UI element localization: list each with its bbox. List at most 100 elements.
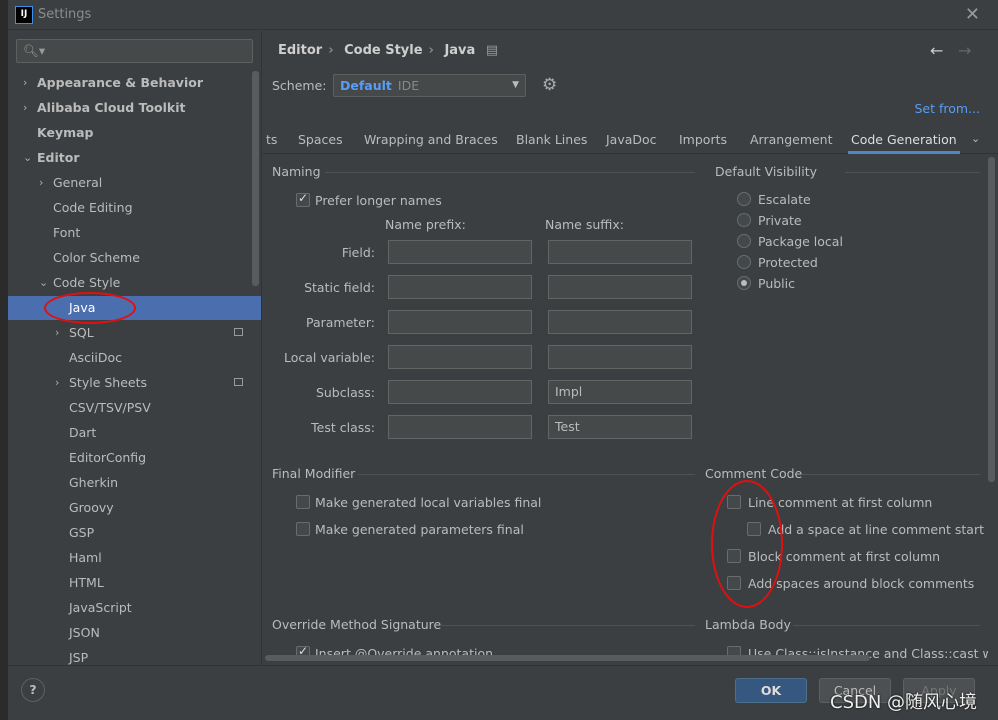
sidebar-item-editor[interactable]: ⌄ Editor	[8, 146, 261, 170]
tab-javadoc[interactable]: JavaDoc	[606, 132, 657, 147]
sidebar-item-csv-tsv-psv[interactable]: CSV/TSV/PSV	[8, 396, 261, 420]
naming-heading: Naming	[272, 164, 321, 179]
chevron-right-icon[interactable]: ›	[23, 96, 27, 120]
search-icon: 🔍︎▾	[23, 43, 46, 58]
naming-row-label: Subclass:	[315, 385, 375, 400]
name-prefix-field[interactable]	[388, 415, 532, 439]
sidebar-item-color-scheme[interactable]: Color Scheme	[8, 246, 261, 270]
visibility-radio-escalate[interactable]	[737, 192, 751, 206]
visibility-radio-package-local[interactable]	[737, 234, 751, 248]
visibility-option-label: Protected	[758, 255, 818, 270]
visibility-radio-protected[interactable]	[737, 255, 751, 269]
name-prefix-field[interactable]	[388, 380, 532, 404]
search-input[interactable]: 🔍︎▾	[16, 39, 253, 63]
sidebar-item-label: Style Sheets	[69, 375, 148, 390]
chevron-down-icon: ▼	[512, 80, 519, 90]
name-suffix-field[interactable]	[548, 310, 692, 334]
name-prefix-field[interactable]	[388, 240, 532, 264]
comment-code-label: Add spaces around block comments	[748, 576, 975, 591]
lambda-heading: Lambda Body	[705, 617, 791, 632]
background-ide-strip	[0, 0, 8, 720]
sidebar-item-appearance-behavior[interactable]: › Appearance & Behavior	[8, 71, 261, 95]
main-panel: Editor › Code Style › Java ▤ ← → Scheme: D…	[263, 31, 998, 665]
set-from-link[interactable]: Set from...	[914, 101, 980, 116]
visibility-option-label: Public	[758, 276, 795, 291]
name-prefix-field[interactable]	[388, 310, 532, 334]
sidebar-item-label: JavaScript	[69, 600, 132, 615]
sidebar-item-haml[interactable]: Haml	[8, 546, 261, 570]
help-button[interactable]: ?	[21, 678, 45, 702]
comment-code-label: Add a space at line comment start	[768, 522, 984, 537]
tab-ts[interactable]: ts	[266, 132, 277, 147]
sidebar-item-keymap[interactable]: Keymap	[8, 121, 261, 145]
sidebar-item-gsp[interactable]: GSP	[8, 521, 261, 545]
settings-sidebar: 🔍︎▾ › Appearance & Behavior › Alibaba Cloud…	[8, 31, 262, 665]
chevron-right-icon[interactable]: ›	[55, 321, 59, 345]
tab-code-generation[interactable]: Code Generation	[851, 132, 957, 147]
sidebar-item-editorconfig[interactable]: EditorConfig	[8, 446, 261, 470]
final-modifier-checkbox[interactable]	[296, 522, 310, 536]
sidebar-item-html[interactable]: HTML	[8, 571, 261, 595]
scheme-name: Default	[340, 78, 392, 93]
sidebar-item-code-editing[interactable]: Code Editing	[8, 196, 261, 220]
name-prefix-field[interactable]	[388, 345, 532, 369]
name-suffix-field[interactable]: Test	[548, 415, 692, 439]
sidebar-item-javascript[interactable]: JavaScript	[8, 596, 261, 620]
prefix-header: Name prefix:	[385, 217, 466, 232]
sidebar-item-font[interactable]: Font	[8, 221, 261, 245]
name-prefix-field[interactable]	[388, 275, 532, 299]
page-icon	[234, 378, 243, 386]
sidebar-item-asciidoc[interactable]: AsciiDoc	[8, 346, 261, 370]
sidebar-item-json[interactable]: JSON	[8, 621, 261, 645]
breadcrumb-item[interactable]: Code Style	[344, 43, 422, 58]
back-arrow-icon[interactable]: ←	[930, 41, 943, 60]
sidebar-item-dart[interactable]: Dart	[8, 421, 261, 445]
ok-button[interactable]: OK	[735, 678, 807, 703]
tab-spaces[interactable]: Spaces	[298, 132, 343, 147]
sidebar-item-label: Alibaba Cloud Toolkit	[37, 100, 186, 115]
chevron-right-icon[interactable]: ›	[55, 371, 59, 395]
chevron-down-icon[interactable]: ⌄	[23, 146, 32, 170]
sidebar-item-label: SQL	[69, 325, 94, 340]
chevron-right-icon[interactable]: ›	[23, 71, 27, 95]
name-suffix-field[interactable]	[548, 275, 692, 299]
tab-arrangement[interactable]: Arrangement	[750, 132, 833, 147]
prefer-longer-checkbox[interactable]	[296, 191, 310, 207]
sidebar-item-sql[interactable]: › SQL	[8, 321, 261, 345]
sidebar-item-general[interactable]: › General	[8, 171, 261, 195]
sidebar-item-groovy[interactable]: Groovy	[8, 496, 261, 520]
final-modifier-checkbox[interactable]	[296, 495, 310, 509]
comment-code-heading: Comment Code	[705, 466, 803, 481]
sidebar-item-label: General	[53, 175, 103, 190]
visibility-radio-public[interactable]	[737, 276, 751, 290]
breadcrumb-item[interactable]: Editor	[278, 43, 322, 58]
intellij-logo: IJ	[15, 6, 33, 24]
close-icon[interactable]: ✕	[965, 4, 980, 25]
final-modifier-label: Make generated local variables final	[315, 495, 542, 510]
vertical-scrollbar[interactable]	[988, 157, 995, 482]
forward-arrow-icon[interactable]: →	[958, 41, 971, 60]
tab-wrapping[interactable]: Wrapping and Braces	[364, 132, 498, 147]
name-suffix-field[interactable]	[548, 345, 692, 369]
visibility-radio-private[interactable]	[737, 213, 751, 227]
sidebar-item-label: Color Scheme	[53, 250, 140, 265]
override-heading: Override Method Signature	[272, 617, 442, 632]
scheme-dropdown[interactable]: Default IDE ▼	[333, 74, 526, 97]
sidebar-item-style-sheets[interactable]: › Style Sheets	[8, 371, 261, 395]
tab-imports[interactable]: Imports	[679, 132, 727, 147]
horizontal-scrollbar[interactable]	[265, 655, 870, 661]
name-suffix-field[interactable]	[548, 240, 692, 264]
title-bar: IJ Settings ✕	[8, 0, 998, 30]
sidebar-item-code-style[interactable]: ⌄ Code Style	[8, 271, 261, 295]
sidebar-item-label: GSP	[69, 525, 95, 540]
tab-blank-lines[interactable]: Blank Lines	[516, 132, 587, 147]
gear-icon[interactable]: ⚙	[542, 75, 557, 95]
sidebar-item-label: CSV/TSV/PSV	[69, 400, 151, 415]
chevron-down-icon[interactable]: ⌄	[39, 271, 48, 295]
name-suffix-field[interactable]: Impl	[548, 380, 692, 404]
sidebar-item-alibaba-cloud-toolkit[interactable]: › Alibaba Cloud Toolkit	[8, 96, 261, 120]
chevron-down-icon[interactable]: ⌄	[971, 132, 980, 145]
sidebar-item-gherkin[interactable]: Gherkin	[8, 471, 261, 495]
chevron-right-icon[interactable]: ›	[39, 171, 43, 195]
sidebar-item-label: AsciiDoc	[69, 350, 123, 365]
